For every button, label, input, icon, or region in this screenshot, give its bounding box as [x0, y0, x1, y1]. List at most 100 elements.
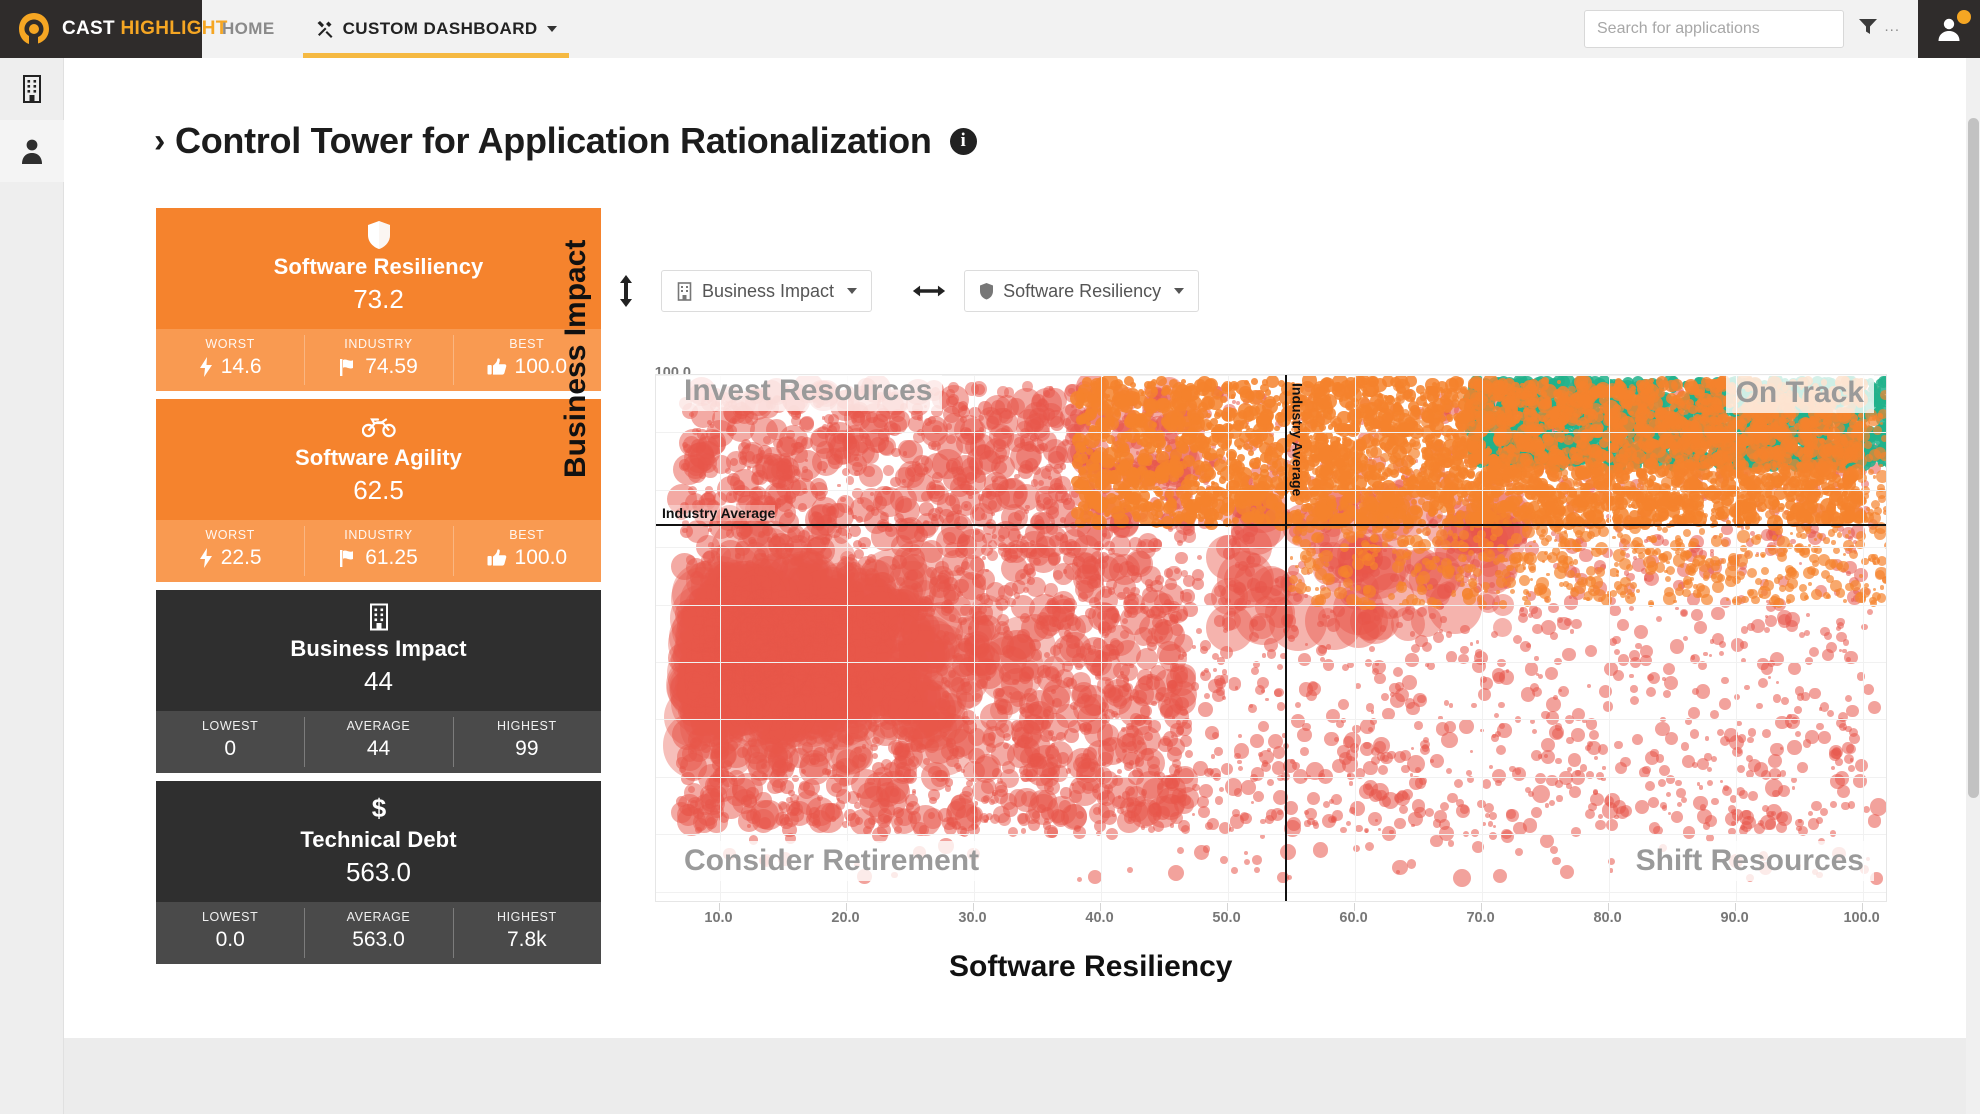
- chart-bubble[interactable]: [1662, 689, 1672, 699]
- chart-bubble[interactable]: [1261, 653, 1267, 658]
- chart-bubble[interactable]: [1360, 719, 1375, 734]
- chart-bubble[interactable]: [1104, 679, 1112, 686]
- chart-bubble[interactable]: [1587, 683, 1592, 689]
- chart-bubble[interactable]: [1259, 749, 1274, 765]
- chart-bubble[interactable]: [1168, 603, 1188, 623]
- chart-bubble[interactable]: [1222, 547, 1236, 560]
- chart-bubble[interactable]: [1541, 710, 1550, 720]
- chart-bubble[interactable]: [1401, 765, 1410, 774]
- chart-bubble[interactable]: [1568, 753, 1582, 767]
- chart-bubble[interactable]: [1174, 765, 1183, 773]
- chart-bubble[interactable]: [1826, 642, 1838, 653]
- chart-bubble[interactable]: [1155, 618, 1172, 635]
- chart-bubble[interactable]: [1869, 798, 1886, 816]
- chart-bubble[interactable]: [993, 789, 1008, 804]
- chart-bubble[interactable]: [1792, 786, 1796, 790]
- chart-bubble[interactable]: [1534, 773, 1546, 785]
- chart-bubble[interactable]: [1266, 649, 1277, 659]
- chart-bubble[interactable]: [1307, 681, 1322, 696]
- chart-bubble[interactable]: [1207, 817, 1220, 830]
- chart-bubble[interactable]: [1008, 827, 1019, 838]
- chart-bubble[interactable]: [1251, 767, 1265, 781]
- chart-bubble[interactable]: [1719, 698, 1731, 710]
- chart-bubble[interactable]: [1197, 554, 1203, 560]
- chart-bubble[interactable]: [1834, 771, 1850, 787]
- chart-bubble[interactable]: [1298, 652, 1311, 666]
- chart-bubble[interactable]: [1506, 809, 1516, 819]
- chart-bubble[interactable]: [1355, 578, 1362, 585]
- chart-bubble[interactable]: [1164, 577, 1177, 590]
- chart-bubble[interactable]: [1405, 653, 1419, 667]
- chart-bubble[interactable]: [1744, 684, 1750, 691]
- chart-bubble[interactable]: [849, 525, 862, 538]
- chart-bubble[interactable]: [1740, 641, 1748, 649]
- chart-bubble[interactable]: [1590, 792, 1604, 807]
- chart-bubble[interactable]: [1192, 812, 1196, 816]
- nav-item-custom-dashboard[interactable]: CUSTOM DASHBOARD: [295, 0, 577, 58]
- chart-bubble[interactable]: [1612, 635, 1621, 645]
- chart-bubble[interactable]: [1846, 744, 1857, 755]
- search-input[interactable]: [1585, 11, 1843, 47]
- chart-bubble[interactable]: [1808, 646, 1819, 657]
- chart-bubble[interactable]: [1696, 757, 1709, 770]
- chart-bubble[interactable]: [1682, 826, 1696, 840]
- chart-bubble[interactable]: [1238, 766, 1243, 772]
- chart-bubble[interactable]: [1846, 571, 1851, 576]
- chart-bubble[interactable]: [1629, 674, 1634, 679]
- chart-bubble[interactable]: [1469, 641, 1474, 646]
- chart-bubble[interactable]: [1369, 645, 1376, 652]
- chart-bubble[interactable]: [1820, 807, 1829, 816]
- chart-bubble[interactable]: [1505, 669, 1509, 673]
- chart-bubble[interactable]: [1180, 825, 1191, 835]
- chart-bubble[interactable]: [1665, 791, 1672, 798]
- chart-bubble[interactable]: [1020, 791, 1037, 808]
- chart-bubble[interactable]: [1355, 824, 1363, 832]
- chart-bubble[interactable]: [1818, 731, 1831, 744]
- chart-bubble[interactable]: [1598, 685, 1613, 699]
- chart-bubble[interactable]: [1174, 551, 1188, 565]
- chart-bubble[interactable]: [1379, 625, 1386, 632]
- chart-bubble[interactable]: [1103, 784, 1113, 794]
- chart-bubble[interactable]: [1405, 605, 1415, 615]
- chart-bubble[interactable]: [1427, 662, 1435, 670]
- chart-bubble[interactable]: [1198, 702, 1214, 718]
- chart-bubble[interactable]: [1767, 675, 1771, 680]
- chart-bubble[interactable]: [1571, 618, 1583, 630]
- chart-bubble[interactable]: [1632, 734, 1644, 746]
- chart-bubble[interactable]: [1128, 537, 1142, 551]
- chart-bubble[interactable]: [1049, 617, 1059, 627]
- chart-bubble[interactable]: [1471, 702, 1477, 709]
- sidebar-item-portfolio[interactable]: [0, 58, 64, 120]
- chart-bubble[interactable]: [1794, 730, 1802, 738]
- chart-bubble[interactable]: [1237, 759, 1242, 765]
- chart-bubble[interactable]: [1710, 709, 1719, 719]
- chart-bubble[interactable]: [1494, 779, 1502, 787]
- chart-bubble[interactable]: [1350, 800, 1365, 816]
- chart-bubble[interactable]: [949, 483, 981, 516]
- chart-bubble[interactable]: [816, 794, 823, 801]
- chart-bubble[interactable]: [1613, 648, 1620, 655]
- chart-bubble[interactable]: [1856, 672, 1866, 681]
- chart-bubble[interactable]: [1548, 799, 1555, 806]
- chart-bubble[interactable]: [1238, 734, 1243, 739]
- chart-bubble[interactable]: [979, 491, 1002, 514]
- chart-bubble[interactable]: [1703, 651, 1708, 657]
- filter-button[interactable]: ...: [1857, 16, 1900, 36]
- chart-bubble[interactable]: [1720, 676, 1729, 685]
- chart-bubble[interactable]: [1736, 764, 1746, 774]
- chart-bubble[interactable]: [1414, 766, 1421, 773]
- chart-bubble[interactable]: [1228, 677, 1242, 691]
- chart-bubble[interactable]: [790, 808, 804, 822]
- chart-bubble[interactable]: [1251, 800, 1255, 804]
- chart-bubble[interactable]: [1537, 673, 1544, 679]
- chart-bubble[interactable]: [1805, 729, 1819, 744]
- chart-bubble[interactable]: [1716, 729, 1724, 737]
- chart-bubble[interactable]: [1443, 700, 1450, 706]
- chart-bubble[interactable]: [1393, 667, 1404, 678]
- chart-bubble[interactable]: [1411, 799, 1426, 814]
- chart-bubble[interactable]: [1075, 757, 1102, 784]
- chart-bubble[interactable]: [1289, 758, 1296, 764]
- chart-bubble[interactable]: [1197, 806, 1210, 819]
- chart-bubble[interactable]: [1765, 818, 1777, 830]
- chart-bubble[interactable]: [1204, 693, 1211, 700]
